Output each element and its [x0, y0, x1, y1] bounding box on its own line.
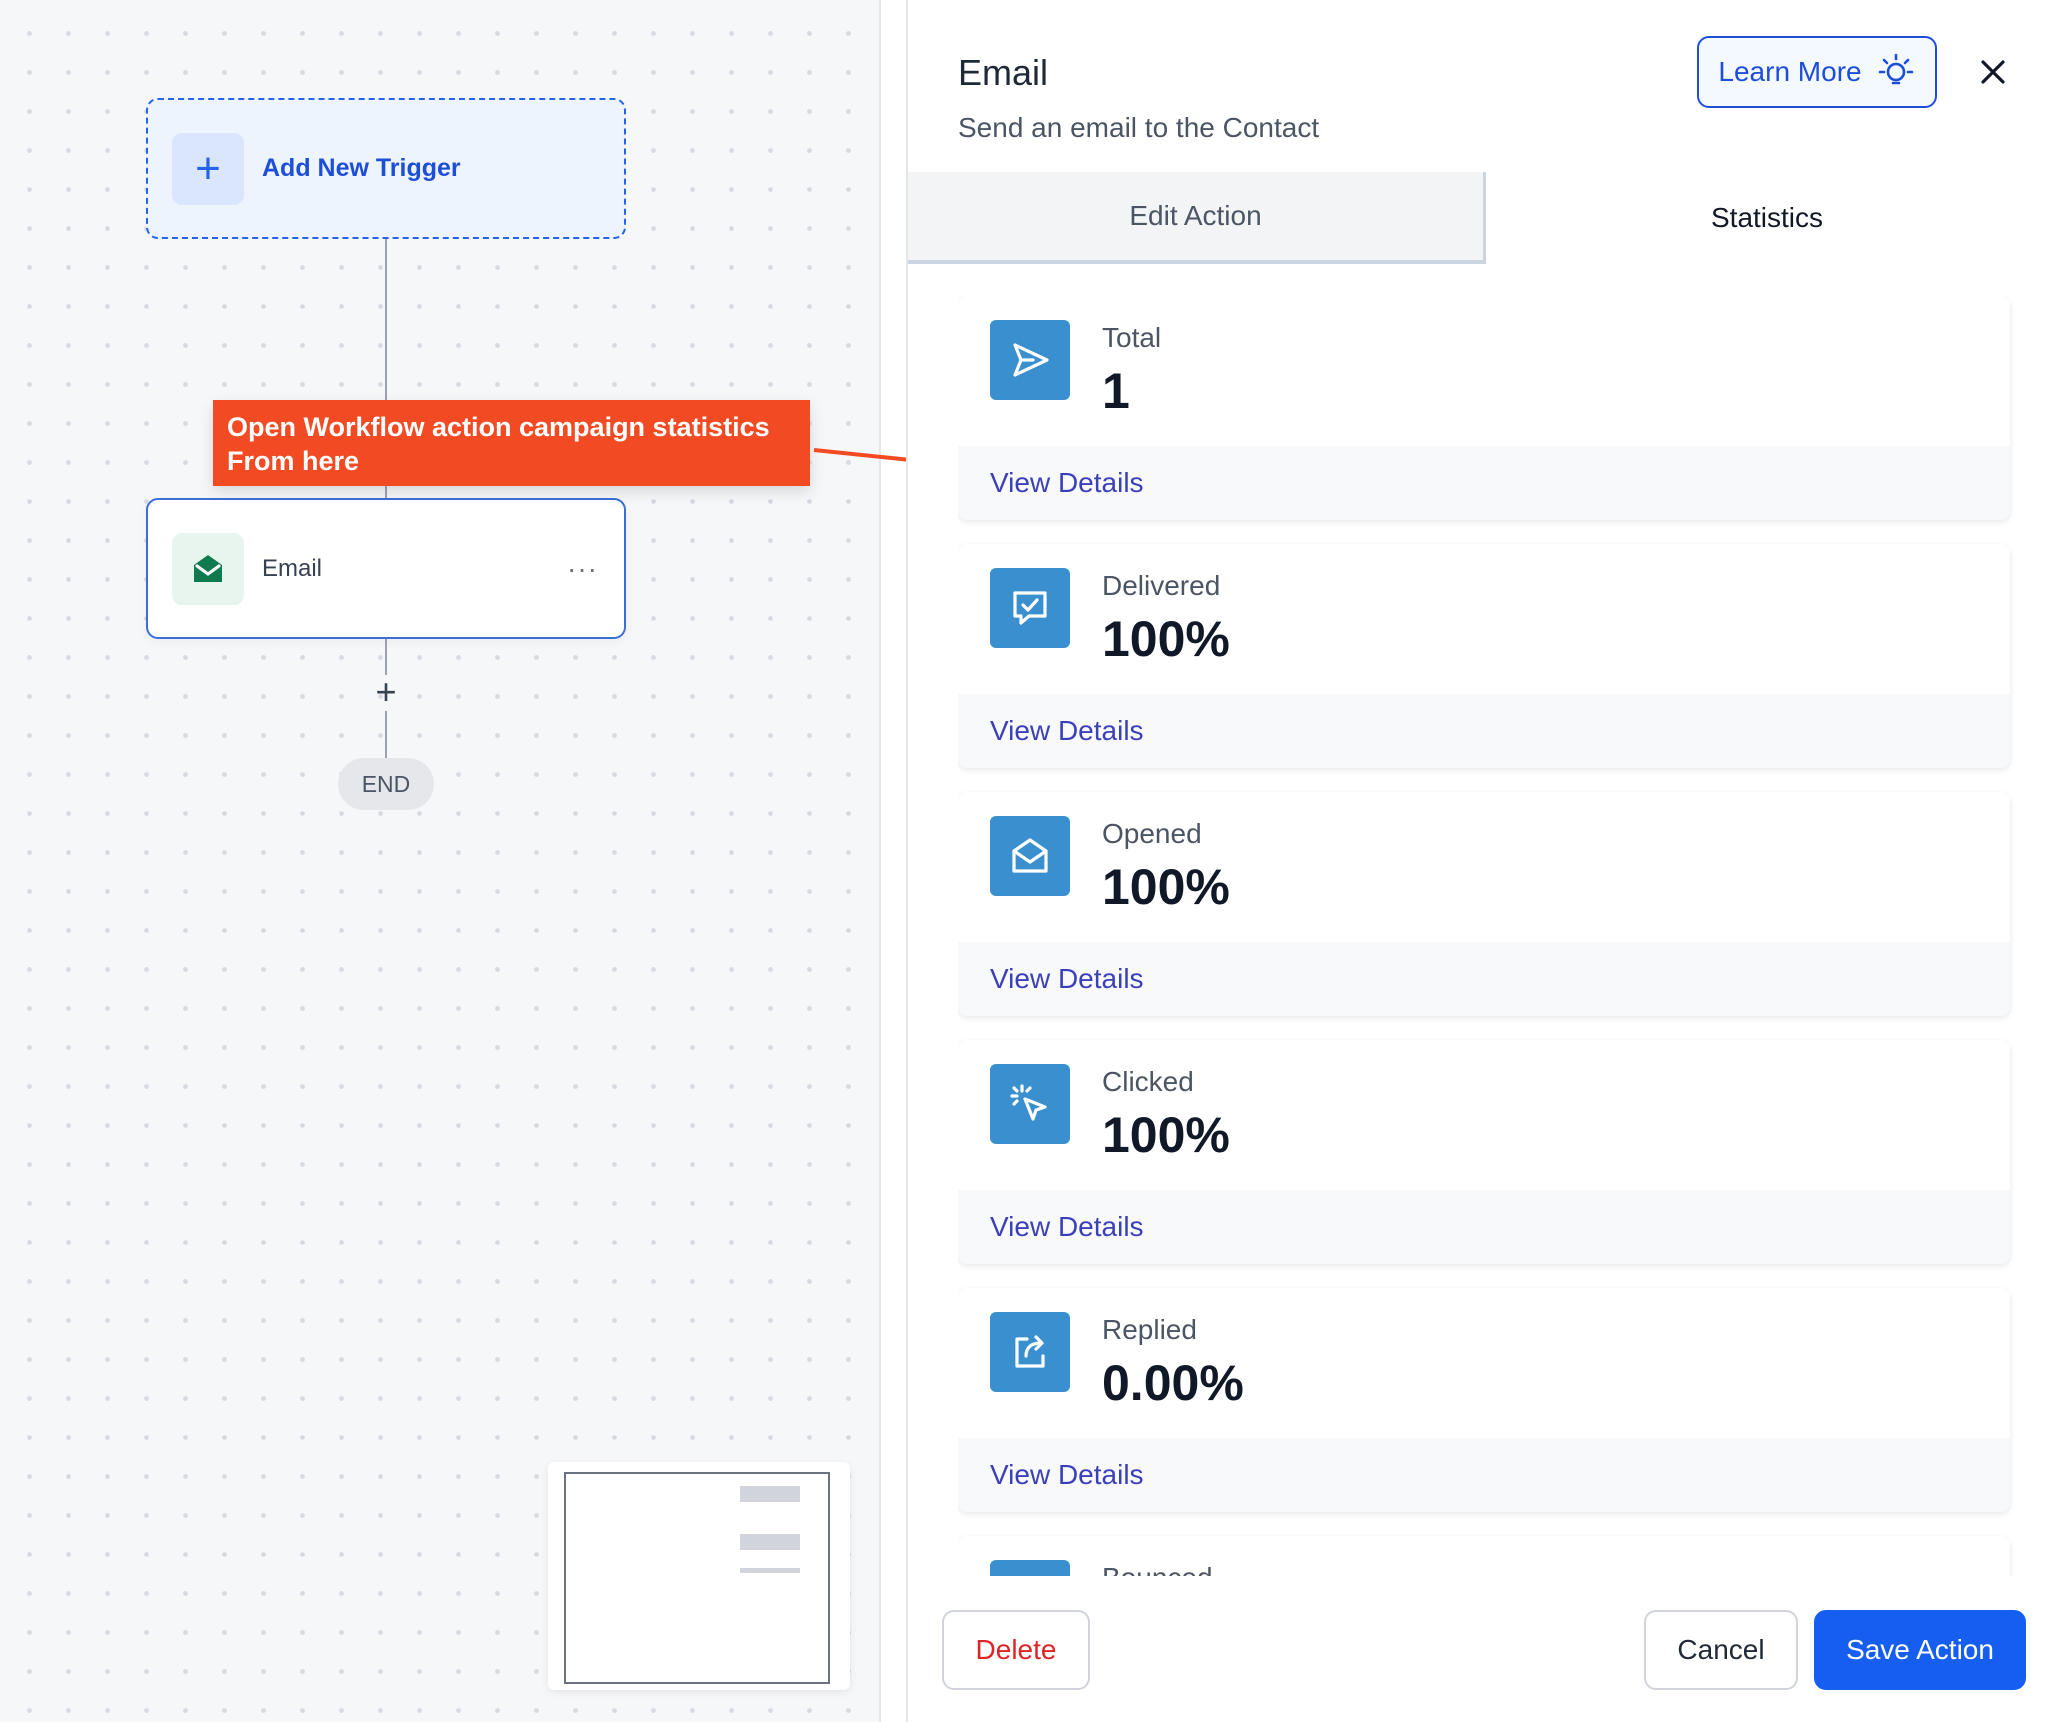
view-details-link[interactable]: View Details	[990, 715, 1144, 747]
stat-value: 100%	[1102, 859, 1230, 915]
end-node: END	[338, 758, 434, 810]
view-details-link[interactable]: View Details	[990, 1211, 1144, 1243]
learn-more-button[interactable]: Learn More	[1697, 36, 1937, 108]
stat-label: Bounced	[1102, 1562, 1213, 1576]
chat-check-icon	[990, 568, 1070, 648]
save-action-button[interactable]: Save Action	[1814, 1610, 2026, 1690]
stat-card-delivered: Delivered 100% View Details	[958, 544, 2010, 768]
panel-footer: Delete Cancel Save Action	[908, 1578, 2046, 1722]
stat-card-opened: Opened 100% View Details	[958, 792, 2010, 1016]
stat-label: Total	[1102, 322, 1162, 353]
tab-edit-action[interactable]: Edit Action	[908, 172, 1486, 264]
stat-value: 0.00%	[1102, 1355, 1244, 1411]
plus-icon: +	[172, 132, 244, 205]
cursor-click-icon	[990, 1064, 1070, 1144]
stat-label: Clicked	[1102, 1066, 1194, 1097]
close-icon	[1981, 60, 2005, 84]
minimap-node	[740, 1534, 800, 1550]
panel-subtitle: Send an email to the Contact	[958, 112, 1320, 143]
envelope-icon	[172, 532, 244, 605]
learn-more-label: Learn More	[1718, 56, 1862, 87]
connector-line	[385, 711, 387, 758]
stat-card-total: Total 1 View Details	[958, 296, 2010, 520]
add-step-button[interactable]: +	[370, 674, 402, 710]
stat-value: 100%	[1102, 611, 1230, 667]
delete-button[interactable]: Delete	[942, 1610, 1090, 1690]
share-icon	[990, 1312, 1070, 1392]
callout-line-2: From here	[227, 446, 360, 476]
node-label: Email	[262, 554, 323, 582]
stat-label: Replied	[1102, 1314, 1197, 1345]
stat-card-bounced: Bounced	[958, 1536, 2010, 1576]
callout-line-1: Open Workflow action campaign statistics	[227, 412, 770, 442]
minimap-viewport[interactable]	[564, 1472, 830, 1684]
trigger-label: Add New Trigger	[262, 154, 461, 182]
cancel-button[interactable]: Cancel	[1644, 1610, 1798, 1690]
more-options-icon[interactable]: ···	[567, 553, 598, 585]
view-details-link[interactable]: View Details	[990, 963, 1144, 995]
envelope-open-icon	[990, 816, 1070, 896]
stat-card-clicked: Clicked 100% View Details	[958, 1040, 2010, 1264]
connector-line	[385, 639, 387, 675]
close-button[interactable]	[1971, 50, 2015, 94]
statistics-list[interactable]: Total 1 View Details Delivered 100% View…	[958, 296, 2014, 1576]
stat-value: 100%	[1102, 1107, 1230, 1163]
stat-label: Delivered	[1102, 570, 1221, 601]
annotation-callout: Open Workflow action campaign statistics…	[213, 400, 810, 486]
panel-title: Email	[958, 52, 1049, 93]
send-icon	[990, 320, 1070, 400]
minimap[interactable]	[548, 1462, 850, 1690]
stat-label: Opened	[1102, 818, 1202, 849]
view-details-link[interactable]: View Details	[990, 1459, 1144, 1491]
minimap-node	[740, 1568, 800, 1573]
tab-bar: Edit Action Statistics	[908, 172, 2046, 264]
stat-card-replied: Replied 0.00% View Details	[958, 1288, 2010, 1512]
tab-statistics[interactable]: Statistics	[1486, 172, 2046, 264]
bounce-icon	[990, 1560, 1070, 1576]
add-new-trigger-button[interactable]: + Add New Trigger	[146, 98, 626, 239]
minimap-node	[740, 1486, 800, 1502]
action-panel: Email Send an email to the Contact Learn…	[906, 0, 2046, 1722]
workflow-canvas[interactable]: + Add New Trigger Email ··· + END Open W…	[0, 0, 954, 1722]
email-action-node[interactable]: Email ···	[146, 498, 626, 639]
lightbulb-icon	[1878, 53, 1913, 85]
view-details-link[interactable]: View Details	[990, 467, 1144, 499]
stat-value: 1	[1102, 363, 1130, 419]
